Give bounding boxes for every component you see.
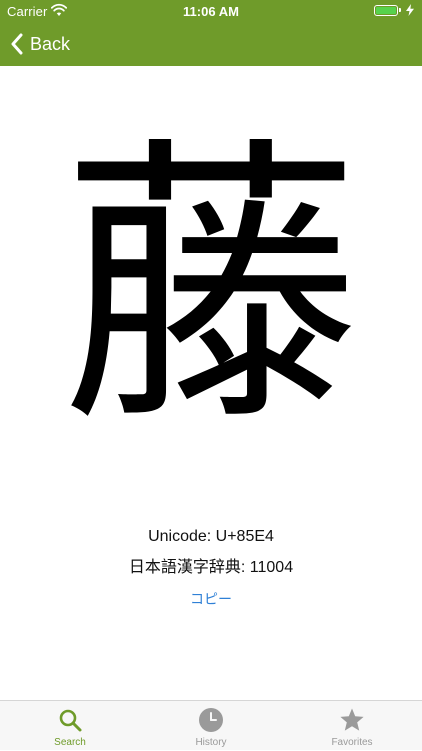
copy-button[interactable]: コピー bbox=[0, 589, 422, 609]
chevron-left-icon bbox=[11, 33, 23, 55]
status-bar: Carrier 11:06 AM bbox=[0, 0, 422, 22]
tab-search-label: Search bbox=[54, 737, 86, 748]
top-bar: Carrier 11:06 AM Back bbox=[0, 0, 422, 66]
charging-bolt-icon bbox=[406, 4, 414, 16]
tab-history[interactable]: History bbox=[141, 701, 281, 751]
dictionary-index-label: 日本語漢字辞典: 11004 bbox=[128, 559, 294, 576]
tab-favorites-label: Favorites bbox=[331, 737, 373, 748]
unicode-label: Unicode: U+85E4 bbox=[148, 528, 274, 545]
search-icon bbox=[59, 709, 82, 732]
tab-favorites[interactable]: Favorites bbox=[282, 701, 422, 751]
kanji-character: 藤 bbox=[61, 113, 361, 462]
battery-icon bbox=[374, 5, 401, 16]
navigation-bar: Back bbox=[0, 22, 422, 66]
tab-bar: Search History Favorites bbox=[0, 700, 422, 750]
status-time: 11:06 AM bbox=[183, 4, 239, 19]
tab-history-label: History bbox=[195, 737, 227, 748]
back-button[interactable]: Back bbox=[10, 30, 70, 58]
tab-search[interactable]: Search bbox=[0, 701, 140, 751]
clock-icon bbox=[199, 708, 223, 732]
star-icon bbox=[340, 708, 364, 731]
back-button-label: Back bbox=[30, 33, 71, 54]
